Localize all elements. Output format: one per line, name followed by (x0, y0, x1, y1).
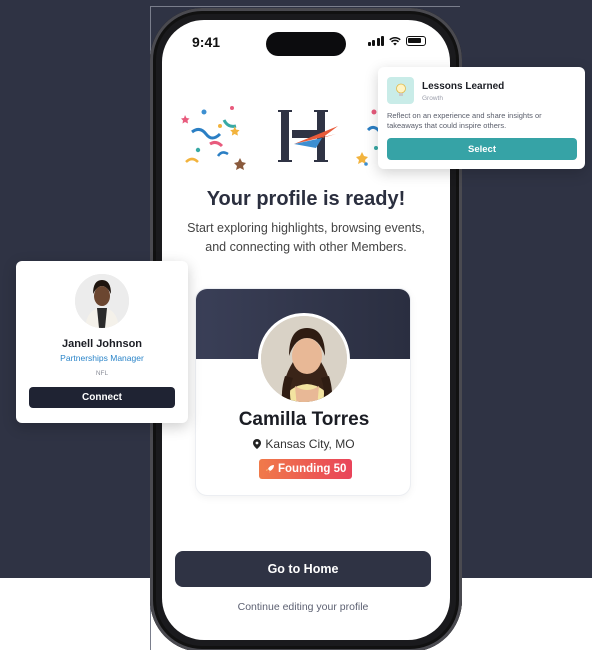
lessons-tag: Growth (422, 95, 443, 102)
location-label: Kansas City, MO (265, 437, 355, 451)
lessons-description: Reflect on an experience and share insig… (387, 111, 542, 130)
lessons-title: Lessons Learned (422, 81, 505, 92)
member-card: Janell Johnson Partnerships Manager NFL … (16, 261, 188, 423)
page-title: Your profile is ready! (206, 188, 406, 210)
member-org: NFL (95, 370, 109, 377)
badge-label: Founding 50 (278, 463, 347, 475)
lightbulb-icon (387, 77, 414, 104)
wifi-icon (389, 36, 401, 46)
continue-editing-link[interactable]: Continue editing your profile (162, 601, 444, 613)
dynamic-island (266, 32, 346, 56)
member-avatar (75, 274, 129, 328)
map-pin-icon (253, 439, 262, 449)
status-badge: Founding 50 (259, 459, 353, 479)
profile-location: Kansas City, MO (196, 437, 410, 451)
lessons-learned-card[interactable]: Lessons Learned Growth Reflect on an exp… (378, 67, 585, 169)
rocket-icon (266, 465, 274, 473)
profile-name: Camilla Torres (238, 409, 370, 430)
guide-line-top (150, 6, 460, 7)
battery-icon (406, 36, 426, 46)
profile-card: Camilla Torres Kansas City, MO Founding … (195, 288, 411, 496)
h-logo-icon (278, 110, 338, 162)
select-button[interactable]: Select (387, 138, 577, 160)
member-name: Janell Johnson (61, 338, 143, 350)
avatar (258, 313, 350, 405)
go-home-button[interactable]: Go to Home (175, 551, 431, 587)
signal-icon (367, 36, 384, 46)
page-subtitle: Start exploring highlights, browsing eve… (187, 221, 425, 254)
status-icons (367, 36, 426, 46)
member-role: Partnerships Manager (60, 353, 144, 363)
status-time: 9:41 (192, 34, 221, 50)
connect-button[interactable]: Connect (29, 387, 175, 408)
